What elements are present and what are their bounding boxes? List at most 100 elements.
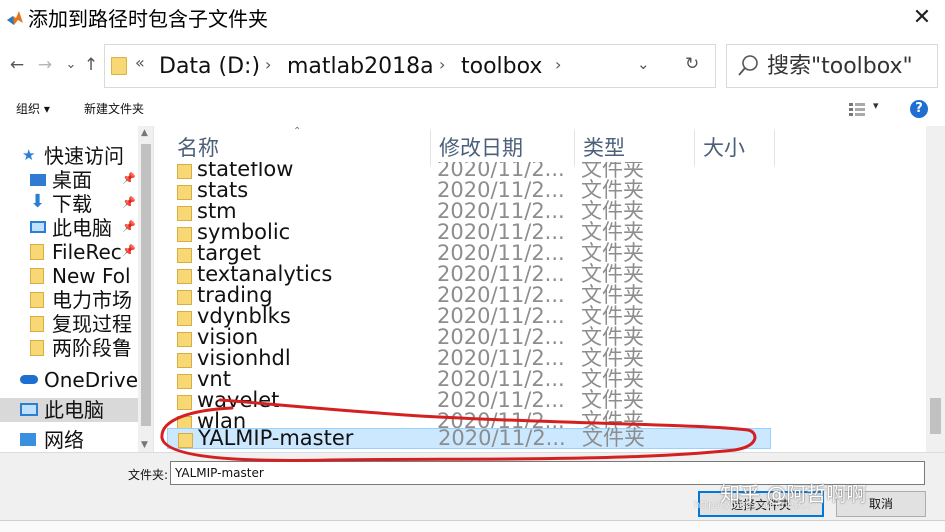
address-bar[interactable]: « Data (D:) › matlab2018a › toolbox › ⌄ …	[104, 44, 716, 88]
file-list-scrollbar[interactable]	[926, 126, 945, 452]
file-type: 文件夹	[582, 426, 645, 450]
folder-icon	[30, 244, 44, 260]
scrollbar-thumb[interactable]	[930, 398, 941, 434]
sort-ascending-icon: ⌃	[293, 126, 302, 137]
file-list: 名称 ⌃ 修改日期 类型 大小 stateflow 2020/11/2... 文…	[155, 126, 945, 452]
download-icon: ⬇	[30, 192, 46, 212]
sidebar-item-label: 网络	[44, 428, 84, 452]
breadcrumb-separator-icon[interactable]: ›	[265, 55, 271, 74]
sidebar-item-this-pc[interactable]: 此电脑	[0, 398, 138, 422]
sidebar-item-network[interactable]: 网络	[0, 428, 138, 452]
file-name: YALMIP-master	[198, 426, 354, 450]
navigation-pane: ★ 快速访问 桌面 📌 ⬇ 下载 📌 此电脑 📌 FileRec 📌 New F…	[0, 126, 154, 452]
column-header-modified[interactable]: 修改日期	[431, 130, 575, 166]
sidebar-item-onedrive[interactable]: OneDrive	[0, 368, 138, 392]
breadcrumb-matlab[interactable]: matlab2018a	[287, 53, 434, 81]
sidebar-item-quick-access[interactable]: ★ 快速访问	[0, 144, 138, 168]
onedrive-icon	[20, 375, 38, 384]
sidebar-item-label: 此电脑	[52, 216, 112, 240]
scrollbar-thumb[interactable]	[141, 144, 151, 426]
column-header-name[interactable]: 名称 ⌃	[169, 126, 431, 166]
sidebar-item-desktop[interactable]: 桌面 📌	[0, 168, 138, 192]
folder-icon	[177, 185, 192, 200]
file-date: 2020/11/2...	[438, 426, 566, 450]
sidebar-item-label: New Fol	[52, 264, 131, 288]
scroll-up-icon[interactable]: ▲	[141, 128, 148, 138]
breadcrumb-drive[interactable]: Data (D:)	[159, 53, 260, 81]
breadcrumb-separator-icon[interactable]: ›	[439, 55, 445, 74]
overflow-chevron-icon[interactable]: «	[135, 53, 145, 72]
watermark-url: https://blog.csdn.net/...	[694, 500, 811, 511]
search-icon	[738, 55, 758, 76]
organize-menu[interactable]: 组织 ▾	[16, 100, 50, 117]
sidebar-item-label: 桌面	[52, 168, 92, 192]
sidebar-item-label: FileRec	[52, 240, 122, 264]
folder-icon	[111, 57, 127, 75]
folder-icon	[177, 206, 192, 221]
column-header-size[interactable]: 大小	[695, 130, 775, 166]
window-title: 添加到路径时包含子文件夹	[28, 7, 268, 31]
close-button[interactable]: ✕	[899, 0, 945, 36]
title-bar: 添加到路径时包含子文件夹 ✕	[0, 0, 945, 38]
folder-icon	[30, 340, 44, 356]
column-header-label: 大小	[703, 136, 745, 160]
pin-icon: 📌	[122, 220, 136, 233]
back-arrow-icon[interactable]: ←	[6, 54, 28, 76]
search-placeholder: 搜索"toolbox"	[767, 54, 913, 79]
sidebar-scrollbar[interactable]: ▲ ▼	[138, 126, 153, 452]
folder-icon	[177, 332, 192, 347]
folder-icon	[177, 269, 192, 284]
sidebar-item-new-folder[interactable]: New Fol	[0, 264, 138, 288]
folder-field-label: 文件夹:	[128, 468, 169, 482]
sidebar-item-label: OneDrive	[44, 368, 138, 392]
folder-icon	[30, 316, 44, 332]
pin-icon: 📌	[122, 196, 136, 209]
forward-arrow-icon[interactable]: →	[34, 54, 56, 76]
sidebar-item-label: 此电脑	[44, 398, 104, 422]
navigation-bar: ← → ⌄ ↑ « Data (D:) › matlab2018a › tool…	[0, 40, 945, 92]
address-dropdown-icon[interactable]: ⌄	[637, 55, 650, 73]
breadcrumb-toolbox[interactable]: toolbox	[461, 53, 542, 81]
folder-icon	[178, 433, 193, 448]
view-dropdown-icon[interactable]: ▾	[873, 99, 879, 112]
sidebar-item-label: 电力市场	[52, 288, 132, 312]
sidebar-item-power-market[interactable]: 电力市场	[0, 288, 138, 312]
pin-icon: 📌	[122, 172, 136, 185]
sidebar-item-this-pc-pinned[interactable]: 此电脑 📌	[0, 216, 138, 240]
recent-locations-chevron-icon[interactable]: ⌄	[60, 54, 82, 76]
computer-icon	[30, 221, 46, 233]
matlab-icon	[7, 11, 23, 25]
command-toolbar: 组织 ▾ 新建文件夹 ▾ ?	[0, 94, 945, 124]
column-header-type[interactable]: 类型	[575, 130, 695, 166]
desktop-icon	[30, 174, 46, 186]
column-header-label: 修改日期	[439, 136, 523, 160]
sidebar-item-downloads[interactable]: ⬇ 下载 📌	[0, 192, 138, 216]
search-box[interactable]: 搜索"toolbox"	[726, 44, 938, 88]
folder-icon	[30, 268, 44, 284]
folder-icon	[177, 395, 192, 410]
folder-icon	[177, 164, 192, 179]
folder-icon	[30, 292, 44, 308]
scroll-down-icon[interactable]: ▼	[141, 440, 148, 450]
pin-icon: 📌	[122, 244, 136, 257]
up-arrow-icon[interactable]: ↑	[80, 54, 102, 76]
sidebar-item-label: 复现过程	[52, 312, 132, 336]
breadcrumb-separator-icon[interactable]: ›	[555, 55, 561, 74]
folder-icon	[177, 248, 192, 263]
folder-icon	[177, 311, 192, 326]
new-folder-button[interactable]: 新建文件夹	[84, 100, 144, 117]
sidebar-item-reproduction[interactable]: 复现过程	[0, 312, 138, 336]
help-icon[interactable]: ?	[910, 100, 928, 118]
network-icon	[20, 433, 36, 446]
sidebar-item-two-stage[interactable]: 两阶段鲁	[0, 336, 138, 360]
column-header-label: 类型	[583, 136, 625, 160]
bottom-edge-strip	[0, 520, 945, 532]
view-options-icon[interactable]	[848, 102, 866, 116]
sidebar-item-label: 两阶段鲁	[52, 336, 132, 360]
folder-icon	[177, 353, 192, 368]
table-row-selected[interactable]: YALMIP-master 2020/11/2... 文件夹	[167, 426, 771, 450]
refresh-icon[interactable]: ↻	[685, 54, 699, 74]
file-rows: stateflow 2020/11/2... 文件夹 stats 2020/11…	[155, 162, 945, 452]
star-icon: ★	[22, 146, 36, 164]
sidebar-item-filerec[interactable]: FileRec 📌	[0, 240, 138, 264]
